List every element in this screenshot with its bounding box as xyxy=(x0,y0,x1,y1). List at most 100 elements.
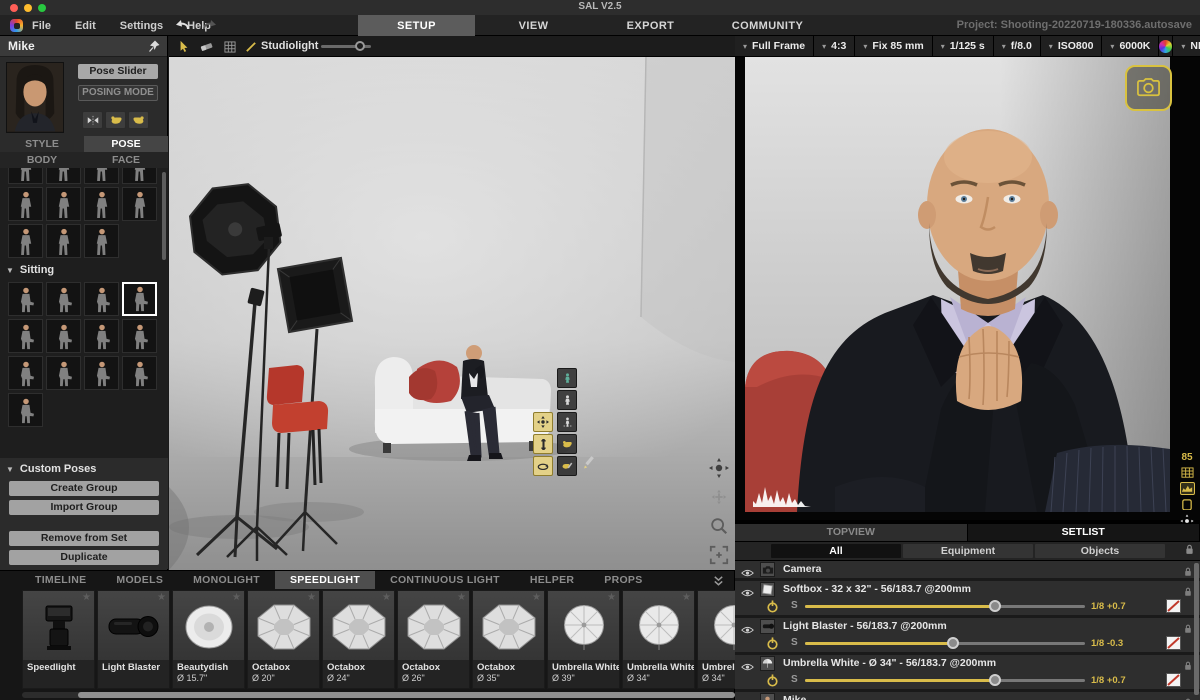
undo-button[interactable] xyxy=(172,18,192,32)
hand-edit-button[interactable] xyxy=(557,456,577,476)
pose-thumbnail-standing-0-2[interactable] xyxy=(84,168,119,184)
pose-thumbnail-sitting-2-1[interactable] xyxy=(46,356,81,390)
pose-thumbnail-sitting-1-1[interactable] xyxy=(46,319,81,353)
eye-icon[interactable] xyxy=(741,564,754,574)
white-balance-color-icon[interactable] xyxy=(1159,36,1173,56)
sitting-section-header[interactable]: ▼ Sitting xyxy=(6,261,168,279)
favorite-star-icon[interactable]: ★ xyxy=(307,592,316,603)
tab-topview[interactable]: TOPVIEW xyxy=(735,524,968,541)
equipment-card-0[interactable]: ★Speedlight xyxy=(22,590,95,689)
lock-icon[interactable] xyxy=(1184,564,1192,582)
filter-objects[interactable]: Objects xyxy=(1035,544,1165,558)
button-duplicate[interactable]: Duplicate xyxy=(9,550,159,565)
pose-scrollbar[interactable] xyxy=(162,172,166,260)
equipment-scrollbar-thumb[interactable] xyxy=(78,692,735,698)
pose-thumbnail-standing-0-0[interactable] xyxy=(8,168,43,184)
equipment-tab-timeline[interactable]: TIMELINE xyxy=(20,571,101,589)
lock-icon[interactable] xyxy=(1184,695,1192,700)
camera-dropdown-2[interactable]: ▾Fix 85 mm xyxy=(855,36,932,56)
mirror-pose-icon[interactable] xyxy=(82,111,103,129)
menu-edit[interactable]: Edit xyxy=(75,20,96,32)
nd-filter-dropdown[interactable]: ▾ND 0 xyxy=(1173,36,1200,56)
pose-thumbnail-sitting-0-1[interactable] xyxy=(46,282,81,316)
pose-thumbnail-sitting-2-3[interactable] xyxy=(122,356,157,390)
power-icon[interactable] xyxy=(766,674,779,687)
pose-thumbnail-standing-2-1[interactable] xyxy=(46,224,81,258)
pose-thumbnail-standing-1-0[interactable] xyxy=(8,187,43,221)
equipment-card-5[interactable]: ★OctaboxØ 26" xyxy=(397,590,470,689)
slider-knob[interactable] xyxy=(947,637,959,649)
hand-pose-left-icon[interactable] xyxy=(105,111,126,129)
equipment-tab-helper[interactable]: HELPER xyxy=(515,571,589,589)
height-gizmo-button[interactable] xyxy=(533,434,553,454)
lock-all-icon[interactable] xyxy=(1185,542,1194,560)
camera-preview[interactable]: 85 xyxy=(735,57,1200,520)
studiolight-slider[interactable] xyxy=(321,45,371,48)
setlist-row-0[interactable]: Camera xyxy=(735,561,1200,578)
equipment-tab-speedlight[interactable]: SPEEDLIGHT xyxy=(275,571,375,589)
camera-dropdown-6[interactable]: ▾6000K xyxy=(1102,36,1159,56)
favorite-star-icon[interactable]: ★ xyxy=(682,592,691,603)
camera-dropdown-1[interactable]: ▾4:3 xyxy=(814,36,855,56)
frame-icon[interactable] xyxy=(707,543,731,567)
intensity-slider[interactable] xyxy=(805,642,1085,645)
pencil-icon[interactable] xyxy=(579,452,599,472)
orbit-icon[interactable] xyxy=(707,456,731,480)
camera-dropdown-0[interactable]: ▾Full Frame xyxy=(735,36,814,56)
pin-icon[interactable] xyxy=(147,39,161,53)
equipment-card-7[interactable]: ★Umbrella WhiteØ 39" xyxy=(547,590,620,689)
button-import-group[interactable]: Import Group xyxy=(9,500,159,515)
equipment-card-3[interactable]: ★OctaboxØ 20" xyxy=(247,590,320,689)
viewport-3d[interactable]: Studiolight xyxy=(169,36,735,570)
equipment-tab-continuous-light[interactable]: CONTINUOUS LIGHT xyxy=(375,571,515,589)
equipment-card-1[interactable]: ★Light Blaster xyxy=(97,590,170,689)
slider-knob[interactable] xyxy=(989,600,1001,612)
model-panel-header[interactable]: Mike xyxy=(0,36,167,57)
favorite-star-icon[interactable]: ★ xyxy=(232,592,241,603)
button-create-group[interactable]: Create Group xyxy=(9,481,159,496)
eye-icon[interactable] xyxy=(741,621,754,631)
eye-icon[interactable] xyxy=(741,658,754,668)
equipment-card-6[interactable]: ★OctaboxØ 35" xyxy=(472,590,545,689)
setlist-row-header[interactable]: Camera xyxy=(735,561,1200,578)
take-photo-button[interactable] xyxy=(1125,65,1172,111)
setlist-row-header[interactable]: Softbox - 32 x 32" - 56/183.7 @200mm xyxy=(735,581,1200,598)
camera-dropdown-5[interactable]: ▾ISO800 xyxy=(1041,36,1103,56)
pan-icon[interactable] xyxy=(707,485,731,509)
pose-thumbnail-sitting-3-0[interactable] xyxy=(8,393,43,427)
gel-swatch-icon[interactable] xyxy=(1166,673,1181,687)
model-avatar[interactable] xyxy=(6,62,64,133)
studio-scene[interactable] xyxy=(169,57,735,570)
select-tool-icon[interactable] xyxy=(175,38,192,55)
pose-thumbnail-sitting-0-0[interactable] xyxy=(8,282,43,316)
pose-thumbnail-standing-2-0[interactable] xyxy=(8,224,43,258)
main-tab-view[interactable]: VIEW xyxy=(475,15,592,36)
tab-style[interactable]: STYLE xyxy=(0,136,84,152)
pose-thumbnail-sitting-1-0[interactable] xyxy=(8,319,43,353)
studiolight-knob[interactable] xyxy=(355,41,365,51)
move-gizmo-button[interactable] xyxy=(533,412,553,432)
filter-all[interactable]: All xyxy=(771,544,901,558)
equipment-card-2[interactable]: ★BeautydishØ 15.7" xyxy=(172,590,245,689)
favorite-star-icon[interactable]: ★ xyxy=(532,592,541,603)
intensity-slider[interactable] xyxy=(805,679,1085,682)
pose-thumbnail-standing-2-2[interactable] xyxy=(84,224,119,258)
tab-pose[interactable]: POSE xyxy=(84,136,168,152)
portrait-frame-icon[interactable] xyxy=(1180,498,1195,511)
pose-thumbnail-sitting-2-2[interactable] xyxy=(84,356,119,390)
pose-thumbnail-standing-0-1[interactable] xyxy=(46,168,81,184)
pose-thumbnail-sitting-0-3[interactable] xyxy=(122,282,157,316)
favorite-star-icon[interactable]: ★ xyxy=(382,592,391,603)
pose-thumbnail-sitting-1-3[interactable] xyxy=(122,319,157,353)
rotate-gizmo-button[interactable] xyxy=(533,456,553,476)
grid-tool-icon[interactable] xyxy=(221,38,238,55)
main-tab-community[interactable]: COMMUNITY xyxy=(709,15,826,36)
power-icon[interactable] xyxy=(766,600,779,613)
line-tool-icon[interactable] xyxy=(242,38,259,55)
setlist-row-3[interactable]: Umbrella White - Ø 34" - 56/183.7 @200mm… xyxy=(735,655,1200,689)
equipment-card-8[interactable]: ★Umbrella WhiteØ 34" xyxy=(622,590,695,689)
pose-slider-button[interactable]: Pose Slider xyxy=(78,64,158,79)
tab-body[interactable]: BODY xyxy=(0,152,84,168)
pose-thumbnail-sitting-0-2[interactable] xyxy=(84,282,119,316)
equipment-scrollbar-track[interactable] xyxy=(22,692,735,698)
